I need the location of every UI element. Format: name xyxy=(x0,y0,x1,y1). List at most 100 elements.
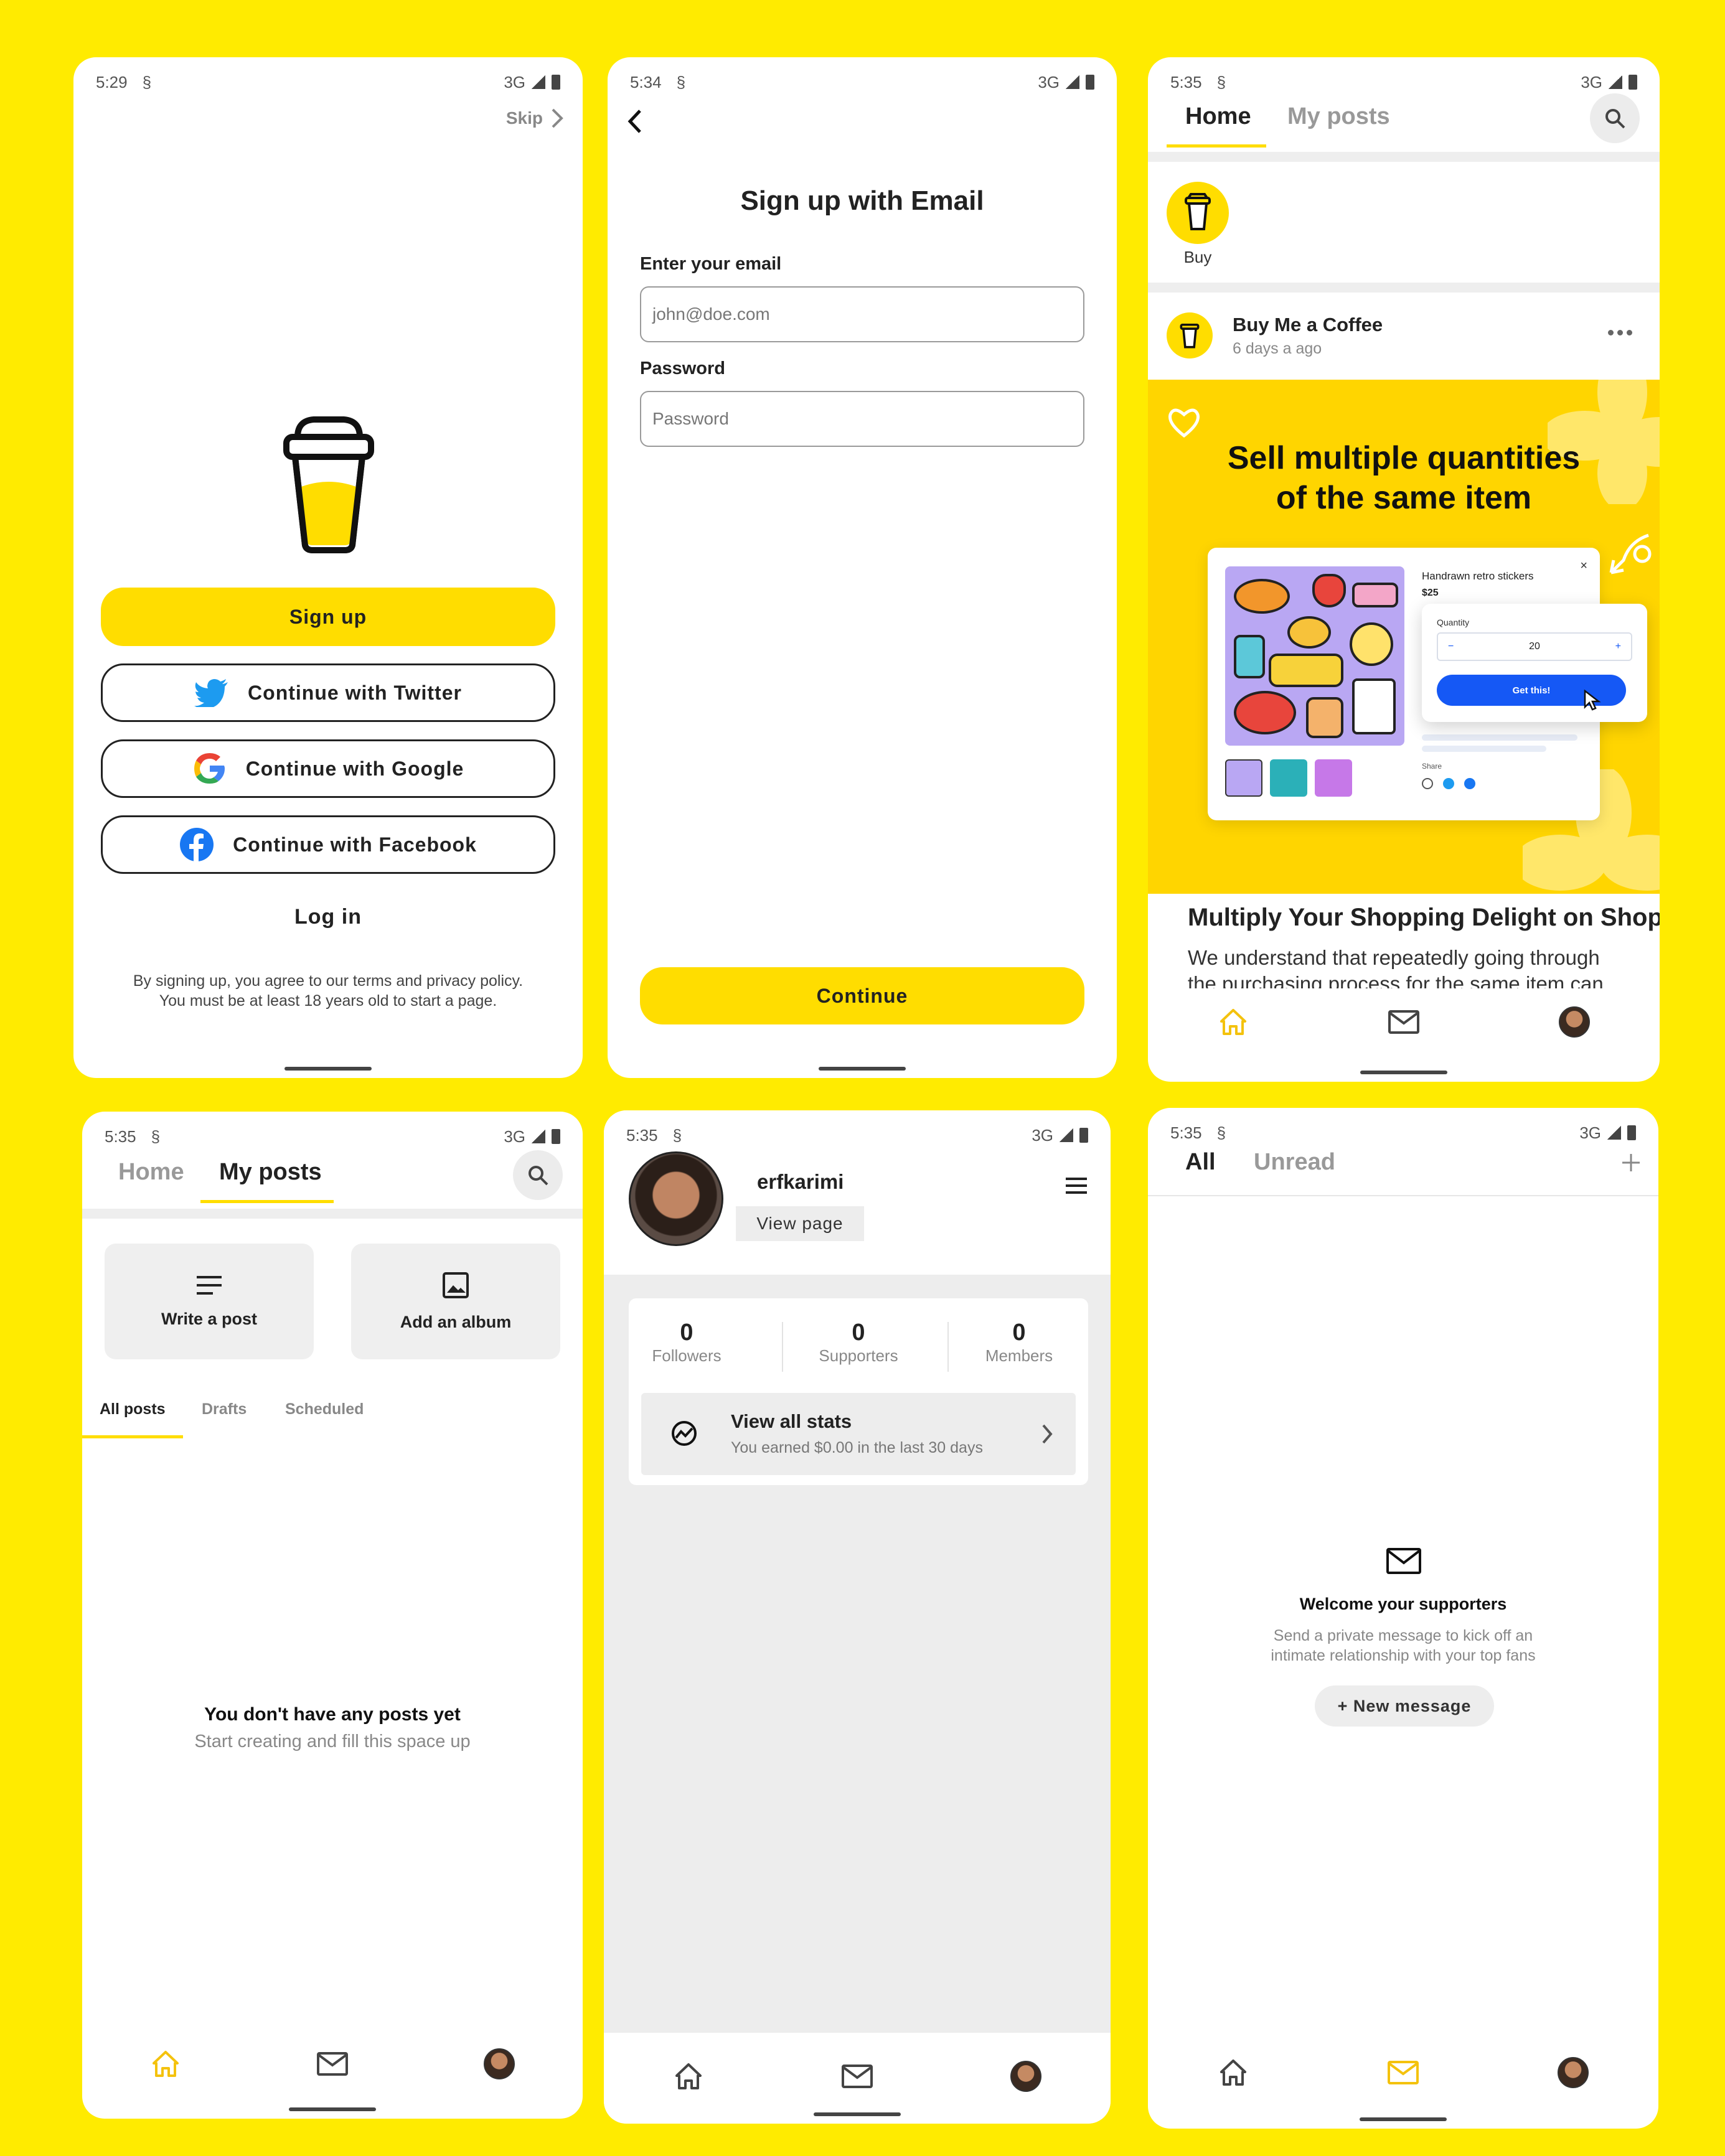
thumbnail[interactable] xyxy=(1315,759,1352,797)
members-count: 0 xyxy=(1012,1319,1026,1346)
share-facebook-icon[interactable] xyxy=(1464,778,1475,789)
tab-home[interactable]: Home xyxy=(118,1159,184,1186)
thumbnail[interactable] xyxy=(1270,759,1307,797)
search-button[interactable] xyxy=(1590,93,1640,143)
quantity-stepper[interactable]: − 20 + xyxy=(1437,632,1632,661)
share-twitter-icon[interactable] xyxy=(1443,778,1454,789)
twitter-label: Continue with Twitter xyxy=(248,681,462,704)
supporters-label: Supporters xyxy=(819,1346,898,1365)
continue-button[interactable]: Continue xyxy=(640,967,1084,1024)
twitter-button[interactable]: Continue with Twitter xyxy=(101,663,555,722)
email-field[interactable]: john@doe.com xyxy=(640,286,1084,342)
nav-home[interactable] xyxy=(1215,2054,1252,2091)
tab-drafts[interactable]: Drafts xyxy=(202,1400,247,1418)
banner-headline-2: of the same item xyxy=(1276,480,1532,516)
post-banner-image[interactable]: Sell multiple quantities of the same ite… xyxy=(1148,380,1660,894)
profile-avatar[interactable] xyxy=(629,1151,723,1246)
status-time: 5:34 xyxy=(630,72,662,91)
nav-profile[interactable] xyxy=(1007,2058,1045,2095)
tab-my-posts[interactable]: My posts xyxy=(219,1159,322,1186)
signal-icon xyxy=(532,75,545,89)
back-arrow-icon[interactable] xyxy=(625,106,644,137)
search-button[interactable] xyxy=(513,1150,563,1200)
home-indicator xyxy=(284,1067,372,1071)
email-label: Enter your email xyxy=(640,254,782,274)
facebook-button[interactable]: Continue with Facebook xyxy=(101,815,555,874)
write-post-button[interactable]: Write a post xyxy=(105,1244,314,1359)
status-bar: 5:35 § 3G xyxy=(1148,57,1660,107)
nav-profile[interactable] xyxy=(481,2045,518,2083)
close-icon[interactable]: × xyxy=(1580,559,1587,573)
skip-button[interactable]: Skip xyxy=(506,107,564,129)
thumbnail[interactable] xyxy=(1225,759,1262,797)
signal-icon xyxy=(1609,75,1622,89)
stat-divider xyxy=(947,1322,949,1372)
nav-home[interactable] xyxy=(147,2045,184,2083)
nav-home[interactable] xyxy=(670,2058,707,2095)
messages-screen: 5:35 § 3G All Unread Welcome your support… xyxy=(1148,1108,1658,2129)
decrement-button[interactable]: − xyxy=(1448,641,1454,652)
post-title[interactable]: Multiply Your Shopping Delight on Shop xyxy=(1188,904,1660,932)
story-buy[interactable]: Buy xyxy=(1167,182,1229,267)
avatar xyxy=(1559,1006,1590,1038)
view-page-button[interactable]: View page xyxy=(736,1206,864,1241)
menu-icon[interactable] xyxy=(1065,1176,1088,1195)
network-label: 3G xyxy=(504,72,525,91)
sticker xyxy=(1287,616,1331,649)
skip-label: Skip xyxy=(505,108,543,128)
status-time: 5:35 xyxy=(105,1127,136,1146)
nav-profile[interactable] xyxy=(1556,1003,1593,1041)
share-link-icon[interactable] xyxy=(1422,778,1433,789)
nav-messages[interactable] xyxy=(1384,2054,1422,2091)
network-label: 3G xyxy=(1032,1125,1053,1145)
status-time: 5:35 xyxy=(626,1125,658,1145)
password-field[interactable]: Password xyxy=(640,391,1084,447)
nav-profile[interactable] xyxy=(1554,2054,1592,2091)
profile-screen: 5:35 § 3G erfkarimi View page 0 Followers… xyxy=(604,1110,1111,2124)
more-dot xyxy=(1627,330,1632,335)
divider xyxy=(1148,283,1660,293)
tab-home[interactable]: Home xyxy=(1185,103,1251,130)
signal-icon xyxy=(1066,75,1079,89)
nav-messages[interactable] xyxy=(1385,1003,1422,1041)
status-time: 5:35 xyxy=(1170,1123,1202,1142)
tab-my-posts[interactable]: My posts xyxy=(1287,103,1390,130)
nav-home[interactable] xyxy=(1215,1003,1252,1041)
arrow-doodle-icon xyxy=(1609,533,1652,574)
tab-all[interactable]: All xyxy=(1185,1149,1216,1176)
bottom-nav xyxy=(604,2033,1111,2124)
stat-followers[interactable]: 0 Followers xyxy=(629,1319,745,1366)
network-label: 3G xyxy=(1581,72,1602,91)
sticker xyxy=(1312,574,1346,607)
mail-icon xyxy=(1387,2061,1419,2084)
battery-icon xyxy=(1627,1125,1636,1140)
tab-unread[interactable]: Unread xyxy=(1254,1149,1335,1176)
google-label: Continue with Google xyxy=(245,757,464,780)
stat-supporters[interactable]: 0 Supporters xyxy=(784,1319,933,1366)
increment-button[interactable]: + xyxy=(1615,641,1621,652)
twitter-icon xyxy=(194,679,228,707)
mail-icon xyxy=(841,2065,873,2088)
nav-messages[interactable] xyxy=(839,2058,876,2095)
post-author-name[interactable]: Buy Me a Coffee xyxy=(1233,314,1383,336)
home-icon xyxy=(1220,2060,1246,2086)
login-link[interactable]: Log in xyxy=(73,905,583,929)
view-all-stats-button[interactable]: View all stats You earned $0.00 in the l… xyxy=(641,1393,1076,1475)
plus-icon[interactable] xyxy=(1621,1153,1641,1173)
nav-messages[interactable] xyxy=(314,2045,351,2083)
signup-button[interactable]: Sign up xyxy=(101,588,555,646)
quantity-value: 20 xyxy=(1529,641,1540,652)
tab-scheduled[interactable]: Scheduled xyxy=(285,1400,364,1418)
post-excerpt-1: We understand that repeatedly going thro… xyxy=(1188,946,1600,969)
stat-members[interactable]: 0 Members xyxy=(950,1319,1088,1366)
sync-icon: § xyxy=(672,1125,682,1145)
post-more-button[interactable] xyxy=(1608,330,1632,335)
tab-all-posts[interactable]: All posts xyxy=(100,1400,166,1418)
google-button[interactable]: Continue with Google xyxy=(101,739,555,798)
new-message-button[interactable]: + New message xyxy=(1315,1685,1494,1727)
supporters-count: 0 xyxy=(852,1319,865,1346)
network-label: 3G xyxy=(1579,1123,1601,1142)
add-album-button[interactable]: Add an album xyxy=(351,1244,560,1359)
battery-icon xyxy=(1629,75,1637,90)
username: erfkarimi xyxy=(757,1170,844,1193)
